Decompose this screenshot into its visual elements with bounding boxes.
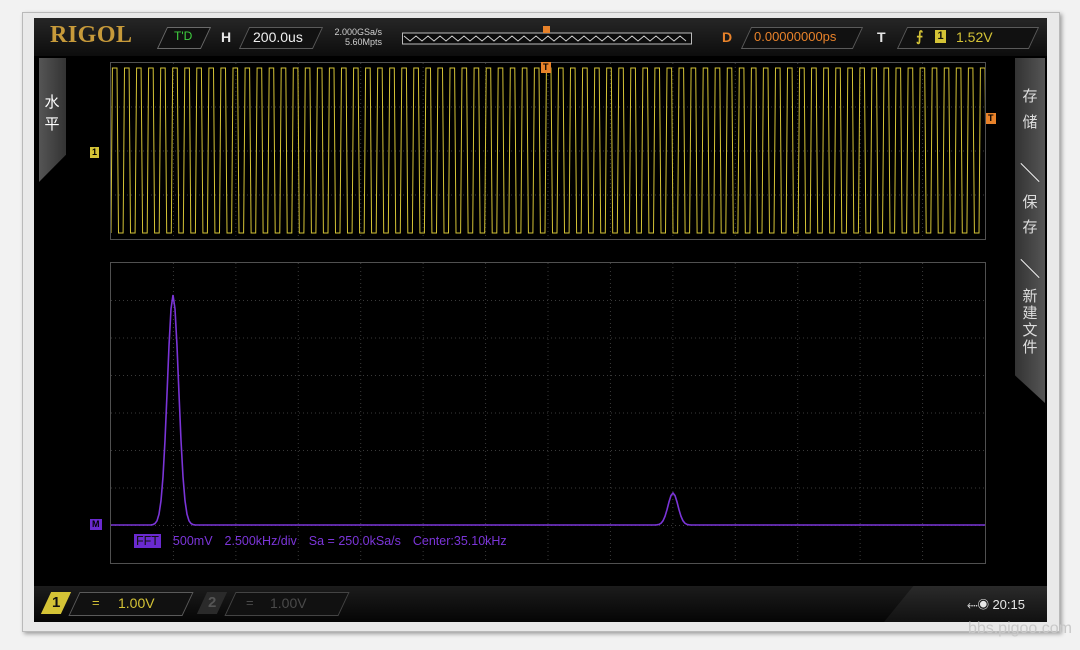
trigger-position-marker[interactable]: T (541, 62, 551, 73)
fft-scale: 500mV (172, 534, 213, 548)
usb-icon: ⬸◉ (966, 596, 989, 612)
top-status-bar: RIGOL T'D H 200.0us 2.000GSa/s 5.60Mpts … (34, 18, 1047, 56)
ch2-coupling: = (246, 595, 254, 610)
fft-center: Center:35.10kHz (412, 534, 507, 548)
delay-label: D (722, 29, 733, 45)
fft-plot[interactable] (110, 262, 986, 564)
fft-span: 2.500kHz/div (224, 534, 297, 548)
ch1-coupling: = (92, 595, 100, 610)
right-menu-char: 新 (1022, 288, 1038, 305)
fft-sample-rate: Sa = 250.0kSa/s (308, 534, 401, 548)
delay-value: 0.00000000ps (754, 29, 837, 44)
right-menu-char: 件 (1022, 339, 1038, 356)
bottom-channel-bar: 1 = 1.00V 2 = 1.00V ⬸◉ 20:15 (34, 586, 1047, 622)
horizontal-menu-tab[interactable]: 水 平 (39, 58, 66, 182)
sample-rate: 2.000GSa/s (334, 27, 382, 37)
ch1-number: 1 (52, 594, 61, 611)
right-menu-char: 保 (1022, 194, 1038, 211)
time-domain-plot[interactable] (110, 62, 986, 240)
trigger-level-marker[interactable]: T (986, 113, 996, 124)
timebase-value: 200.0us (253, 29, 303, 45)
right-menu-char: 存 (1022, 88, 1038, 105)
storage-menu-tab[interactable]: 存 储 保 存 新 建 文 件 (1015, 58, 1045, 403)
ch2-scale: 1.00V (270, 595, 307, 611)
left-menu-char: 水 (44, 94, 60, 111)
ch1-scale: 1.00V (118, 595, 155, 611)
right-menu-char: 储 (1022, 114, 1038, 131)
usb-status: ⬸◉ 20:15 (967, 596, 1025, 613)
trigger-label: T (877, 29, 886, 45)
right-menu-char: 文 (1022, 322, 1038, 339)
ch2-number: 2 (208, 594, 217, 611)
trigger-level: 1.52V (956, 29, 993, 45)
horizontal-label: H (221, 29, 232, 45)
right-menu-char: 存 (1022, 219, 1038, 236)
right-menu-char: 建 (1022, 305, 1038, 322)
math-offset-marker[interactable]: M (90, 519, 102, 530)
watermark-credit: bbs.pigoo.com (967, 620, 1072, 637)
waveform-overview[interactable] (402, 26, 692, 46)
oscilloscope-screen: RIGOL T'D H 200.0us 2.000GSa/s 5.60Mpts … (34, 18, 1047, 622)
fft-info: FFT 500mV 2.500kHz/div Sa = 250.0kSa/s Cente… (134, 534, 507, 548)
memory-depth: 5.60Mpts (344, 37, 382, 47)
channel1-offset-marker[interactable]: 1 (90, 147, 100, 158)
left-menu-char: 平 (44, 116, 60, 133)
rising-edge-icon: ⨍ (916, 28, 924, 44)
mode-label: T'D (174, 29, 193, 43)
menu-divider (1020, 258, 1040, 279)
menu-divider (1020, 162, 1040, 183)
fft-tag: FFT (134, 534, 161, 548)
trigger-position-icon (543, 26, 550, 33)
clock-time: 20:15 (992, 597, 1025, 612)
trigger-channel-badge: 1 (935, 30, 946, 43)
brand-logo: RIGOL (50, 22, 133, 48)
